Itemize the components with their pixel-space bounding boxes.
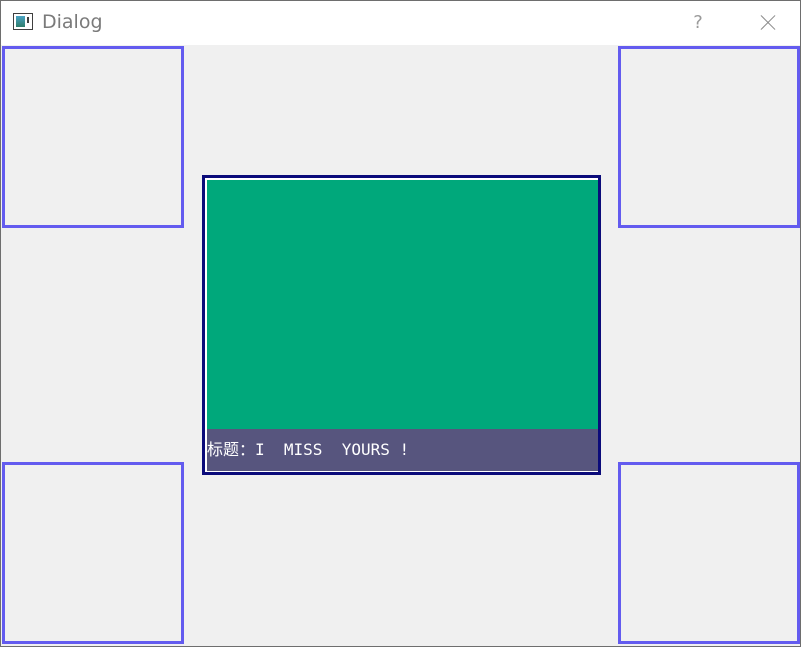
card-image: [207, 180, 598, 429]
top-left-frame: [2, 46, 184, 228]
close-button[interactable]: [746, 5, 788, 41]
window-title: Dialog: [42, 11, 103, 33]
bottom-left-frame: [2, 462, 184, 644]
picture-card[interactable]: 标题：I MISS YOURS !: [202, 175, 601, 475]
help-button[interactable]: ?: [683, 7, 713, 39]
app-icon: [13, 13, 33, 30]
bottom-right-frame: [618, 462, 800, 644]
top-right-frame: [618, 46, 800, 228]
title-bar[interactable]: Dialog ?: [1, 1, 800, 45]
card-caption: 标题：I MISS YOURS !: [207, 429, 598, 471]
dialog-window: Dialog ? 标题：I MISS YOURS !: [0, 0, 801, 647]
